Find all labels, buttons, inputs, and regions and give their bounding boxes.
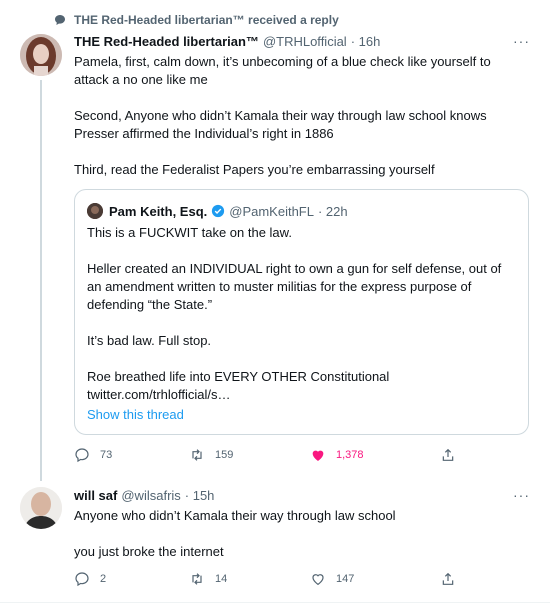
quoted-paragraph: It’s bad law. Full stop. <box>87 333 212 348</box>
quoted-tweet-text: This is a FUCKWIT take on the law. Helle… <box>87 224 517 404</box>
tweet-text: Pamela, first, calm down, it’s unbecomin… <box>74 53 514 179</box>
retweet-icon <box>192 449 202 461</box>
heart-icon <box>312 574 324 586</box>
tweet-paragraph: Second, Anyone who didn’t Kamala their w… <box>74 108 487 141</box>
speech-bubble-icon <box>55 15 65 25</box>
share-button[interactable] <box>440 571 456 587</box>
tweet-paragraph: Third, read the Federalist Papers you’re… <box>74 162 435 177</box>
share-icon <box>442 448 454 461</box>
more-options-icon[interactable]: ··· <box>513 487 530 503</box>
reply-button[interactable]: 73 <box>74 447 112 463</box>
author-handle[interactable]: @TRHLofficial <box>263 34 347 49</box>
retweet-button[interactable]: 14 <box>189 571 227 587</box>
reply-icon <box>75 572 89 587</box>
reply-count: 2 <box>100 573 107 585</box>
author-name[interactable]: THE Red-Headed libertarian™ <box>74 34 259 49</box>
tweet-text: Anyone who didn’t Kamala their way throu… <box>74 507 514 561</box>
like-button[interactable]: 1,378 <box>310 447 364 463</box>
quoted-paragraph: Roe breathed life into EVERY OTHER Const… <box>87 369 390 384</box>
timestamp[interactable]: · 16h <box>351 34 381 49</box>
quoted-link[interactable]: twitter.com/trhlofficial/s… <box>87 386 517 404</box>
share-icon <box>442 572 454 585</box>
share-button[interactable] <box>440 447 456 463</box>
tweet-paragraph: you just broke the internet <box>74 544 224 559</box>
reply-count: 73 <box>100 449 113 461</box>
quoted-author-handle: @PamKeithFL <box>229 203 314 219</box>
retweet-icon <box>192 573 202 585</box>
author-handle[interactable]: @wilsafris <box>121 488 180 503</box>
quoted-paragraph: Heller created an INDIVIDUAL right to ow… <box>87 261 502 312</box>
retweet-button[interactable]: 159 <box>189 447 233 463</box>
reply-context-text: THE Red-Headed libertarian™ received a r… <box>74 13 339 27</box>
retweet-count: 14 <box>215 573 228 585</box>
verified-badge-icon <box>212 204 225 218</box>
retweet-count: 159 <box>215 449 234 461</box>
tweet-paragraph: Pamela, first, calm down, it’s unbecomin… <box>74 54 491 87</box>
reply-button[interactable]: 2 <box>74 571 106 587</box>
divider <box>0 602 550 603</box>
tweet-actions: 2 14 147 <box>74 571 474 591</box>
reply-context: THE Red-Headed libertarian™ received a r… <box>54 13 339 27</box>
avatar[interactable] <box>20 487 62 529</box>
quoted-paragraph: This is a FUCKWIT take on the law. <box>87 225 292 240</box>
like-count: 147 <box>336 573 355 585</box>
author-name[interactable]: will saf <box>74 488 117 503</box>
timestamp[interactable]: · 15h <box>185 488 215 503</box>
tweet-header: THE Red-Headed libertarian™ @TRHLofficia… <box>74 34 380 49</box>
tweet-paragraph: Anyone who didn’t Kamala their way throu… <box>74 508 396 523</box>
quoted-avatar <box>87 203 103 219</box>
thread-connector <box>40 80 42 481</box>
like-count: 1,378 <box>336 449 364 461</box>
more-options-icon[interactable]: ··· <box>513 33 530 49</box>
quoted-tweet-header: Pam Keith, Esq. @PamKeithFL · 22h <box>87 203 348 219</box>
quoted-timestamp: · 22h <box>317 203 348 219</box>
quoted-tweet[interactable]: Pam Keith, Esq. @PamKeithFL · 22h This i… <box>74 189 529 435</box>
avatar[interactable] <box>20 34 62 76</box>
heart-filled-icon <box>312 450 324 461</box>
tweet-actions: 73 159 1,378 <box>74 447 474 467</box>
reply-icon <box>75 448 89 463</box>
show-thread-link[interactable]: Show this thread <box>87 407 184 422</box>
quoted-author-name: Pam Keith, Esq. <box>109 203 208 219</box>
tweet-header: will saf @wilsafris · 15h <box>74 488 214 503</box>
like-button[interactable]: 147 <box>310 571 354 587</box>
